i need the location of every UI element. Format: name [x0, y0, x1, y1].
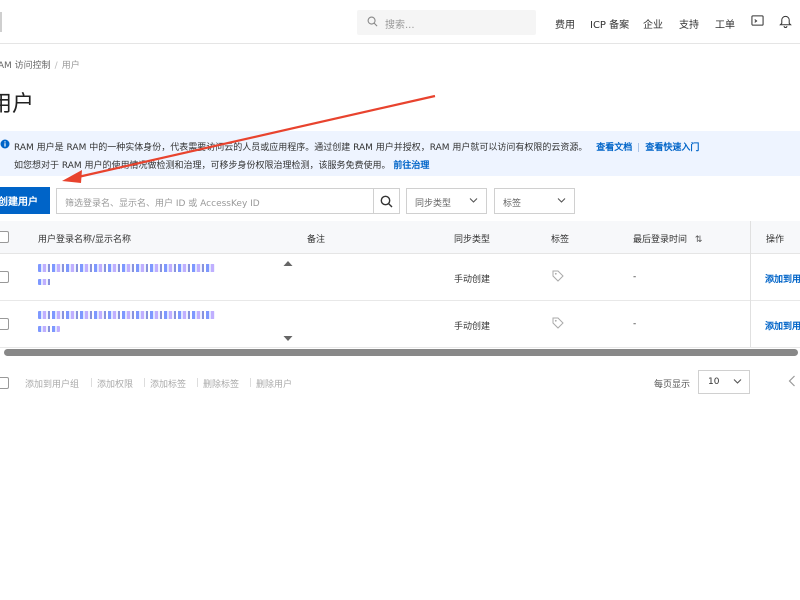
- bell-icon[interactable]: [779, 14, 792, 31]
- divider: [250, 378, 251, 387]
- last-login-cell: -: [633, 319, 637, 329]
- redacted-login-name[interactable]: [38, 264, 215, 272]
- filter-search-button[interactable]: [373, 188, 400, 214]
- divider: [91, 378, 92, 387]
- sync-type-label: 同步类型: [415, 199, 452, 209]
- banner-text-2: 如您想对于 RAM 用户的使用情况做检测和治理，可移步身份权限治理检测，该服务免…: [14, 161, 391, 171]
- batch-add-to-group[interactable]: 添加到用户组: [25, 377, 79, 390]
- page-size-select[interactable]: 10: [698, 370, 750, 394]
- tag-icon[interactable]: [552, 270, 564, 285]
- select-all-checkbox[interactable]: [0, 231, 9, 243]
- table-row: 手动创建 - 添加到用: [0, 301, 800, 348]
- tag-icon[interactable]: [552, 317, 564, 332]
- row-checkbox[interactable]: [0, 318, 9, 330]
- divider: [144, 378, 145, 387]
- page-size-value: 10: [708, 377, 720, 387]
- last-login-cell: -: [633, 272, 637, 282]
- add-to-group-link[interactable]: 添加到用: [765, 319, 800, 332]
- nav-link-billing[interactable]: 费用: [555, 16, 575, 31]
- add-to-group-link[interactable]: 添加到用: [765, 272, 800, 285]
- column-header-name: 用户登录名称/显示名称: [38, 235, 132, 245]
- info-icon: [0, 139, 10, 152]
- global-search[interactable]: 搜索...: [357, 10, 536, 35]
- tag-select[interactable]: 标签: [494, 188, 575, 214]
- banner-text-1: RAM 用户是 RAM 中的一种实体身份，代表需要访问云的人员或应用程序。通过创…: [14, 143, 588, 153]
- column-header-action: 操作: [766, 235, 785, 245]
- table-horizontal-scrollbar[interactable]: [4, 349, 798, 356]
- redacted-display-name: [38, 326, 60, 332]
- column-header-tag: 标签: [551, 235, 570, 245]
- redacted-display-name: [38, 279, 52, 285]
- global-search-placeholder: 搜索...: [385, 20, 415, 31]
- page-title: 用户: [0, 92, 35, 117]
- view-quickstart-link[interactable]: 查看快速入门: [645, 143, 699, 153]
- terminal-icon[interactable]: [751, 14, 764, 30]
- nav-link-support[interactable]: 支持: [679, 16, 699, 31]
- sync-type-cell: 手动创建: [454, 275, 491, 285]
- nav-link-enterprise[interactable]: 企业: [643, 16, 663, 31]
- sync-type-select[interactable]: 同步类型: [406, 188, 487, 214]
- column-header-last-login-label: 最后登录时间: [633, 235, 688, 245]
- console-edge: [0, 12, 2, 32]
- sort-icon[interactable]: ⇅: [695, 235, 703, 245]
- breadcrumb-ram[interactable]: RAM 访问控制: [0, 61, 51, 71]
- chevron-down-icon: [557, 197, 566, 207]
- banner-line-2: 如您想对于 RAM 用户的使用情况做检测和治理，可移步身份权限治理检测，该服务免…: [14, 158, 429, 171]
- top-navigation-bar: 搜索... 费用 ICP 备案 企业 支持 工单: [0, 0, 800, 44]
- breadcrumb-users: 用户: [61, 61, 80, 71]
- view-docs-link[interactable]: 查看文档: [596, 143, 632, 153]
- search-icon: [367, 16, 378, 30]
- nav-link-ticket[interactable]: 工单: [715, 16, 735, 31]
- action-column-divider: [750, 221, 751, 347]
- user-filter-input[interactable]: 筛选登录名、显示名、用户 ID 或 AccessKey ID: [56, 188, 374, 214]
- column-header-note: 备注: [307, 235, 326, 245]
- breadcrumb-separator: /: [54, 61, 58, 71]
- tag-select-label: 标签: [503, 199, 522, 209]
- user-filter-placeholder: 筛选登录名、显示名、用户 ID 或 AccessKey ID: [65, 199, 260, 209]
- column-header-sync: 同步类型: [454, 235, 491, 245]
- name-cell-scrollbar[interactable]: [281, 258, 295, 344]
- divider: [197, 378, 198, 387]
- batch-add-permission[interactable]: 添加权限: [97, 377, 133, 390]
- chevron-down-icon: [469, 197, 478, 207]
- chevron-left-icon[interactable]: [788, 375, 796, 390]
- redacted-login-name[interactable]: [38, 311, 215, 319]
- table-row: 手动创建 - 添加到用: [0, 254, 800, 301]
- column-header-last-login[interactable]: 最后登录时间 ⇅: [633, 232, 702, 245]
- banner-link-divider: [638, 143, 640, 152]
- go-govern-link[interactable]: 前往治理: [393, 161, 429, 171]
- chevron-down-icon: [733, 378, 742, 388]
- create-user-button[interactable]: 创建用户: [0, 187, 50, 214]
- breadcrumb: RAM 访问控制/用户: [0, 58, 80, 71]
- batch-remove-tag[interactable]: 删除标签: [203, 377, 239, 390]
- info-banner: RAM 用户是 RAM 中的一种实体身份，代表需要访问云的人员或应用程序。通过创…: [0, 131, 800, 176]
- footer-select-all-checkbox[interactable]: [0, 377, 9, 389]
- banner-line-1: RAM 用户是 RAM 中的一种实体身份，代表需要访问云的人员或应用程序。通过创…: [14, 140, 699, 153]
- row-checkbox[interactable]: [0, 271, 9, 283]
- sync-type-cell: 手动创建: [454, 322, 491, 332]
- batch-add-tag[interactable]: 添加标签: [150, 377, 186, 390]
- batch-delete-user[interactable]: 删除用户: [256, 377, 292, 390]
- search-icon: [380, 195, 393, 208]
- users-table-header: 用户登录名称/显示名称 备注 同步类型 标签 最后登录时间 ⇅ 操作: [0, 221, 800, 254]
- nav-link-icp[interactable]: ICP 备案: [590, 16, 629, 31]
- page-size-label: 每页显示: [654, 380, 691, 390]
